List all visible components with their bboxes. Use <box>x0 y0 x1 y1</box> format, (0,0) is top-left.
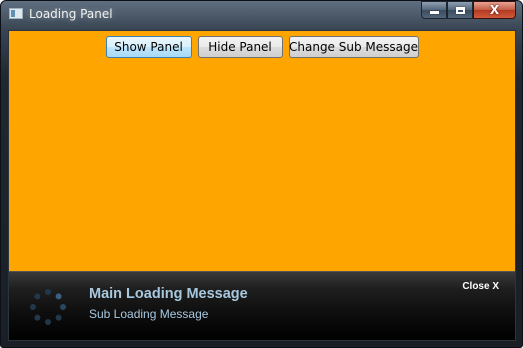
window-title: Loading Panel <box>29 7 113 21</box>
toolbar: Show Panel Hide Panel Change Sub Message <box>9 36 515 58</box>
show-panel-button[interactable]: Show Panel <box>105 36 192 58</box>
minimize-icon <box>429 11 439 14</box>
change-sub-message-button[interactable]: Change Sub Message <box>288 36 419 58</box>
sub-loading-message: Sub Loading Message <box>89 307 209 321</box>
close-panel-link[interactable]: Close X <box>462 281 499 292</box>
title-bar[interactable]: Loading Panel X <box>1 1 522 27</box>
app-window-icon[interactable] <box>9 8 23 19</box>
close-icon: X <box>489 3 500 17</box>
maximize-icon <box>455 6 465 14</box>
hide-panel-button[interactable]: Hide Panel <box>197 36 283 58</box>
minimize-button[interactable] <box>421 1 447 19</box>
main-loading-message: Main Loading Message <box>89 286 248 302</box>
loading-panel: Main Loading Message Sub Loading Message… <box>9 271 515 340</box>
spinner-icon <box>30 289 66 325</box>
app-window: Loading Panel X Show Panel Hide Panel Ch… <box>0 0 523 348</box>
close-button[interactable]: X <box>473 1 516 19</box>
client-area: Show Panel Hide Panel Change Sub Message… <box>8 30 516 341</box>
caption-buttons: X <box>421 1 516 19</box>
maximize-button[interactable] <box>447 1 473 19</box>
